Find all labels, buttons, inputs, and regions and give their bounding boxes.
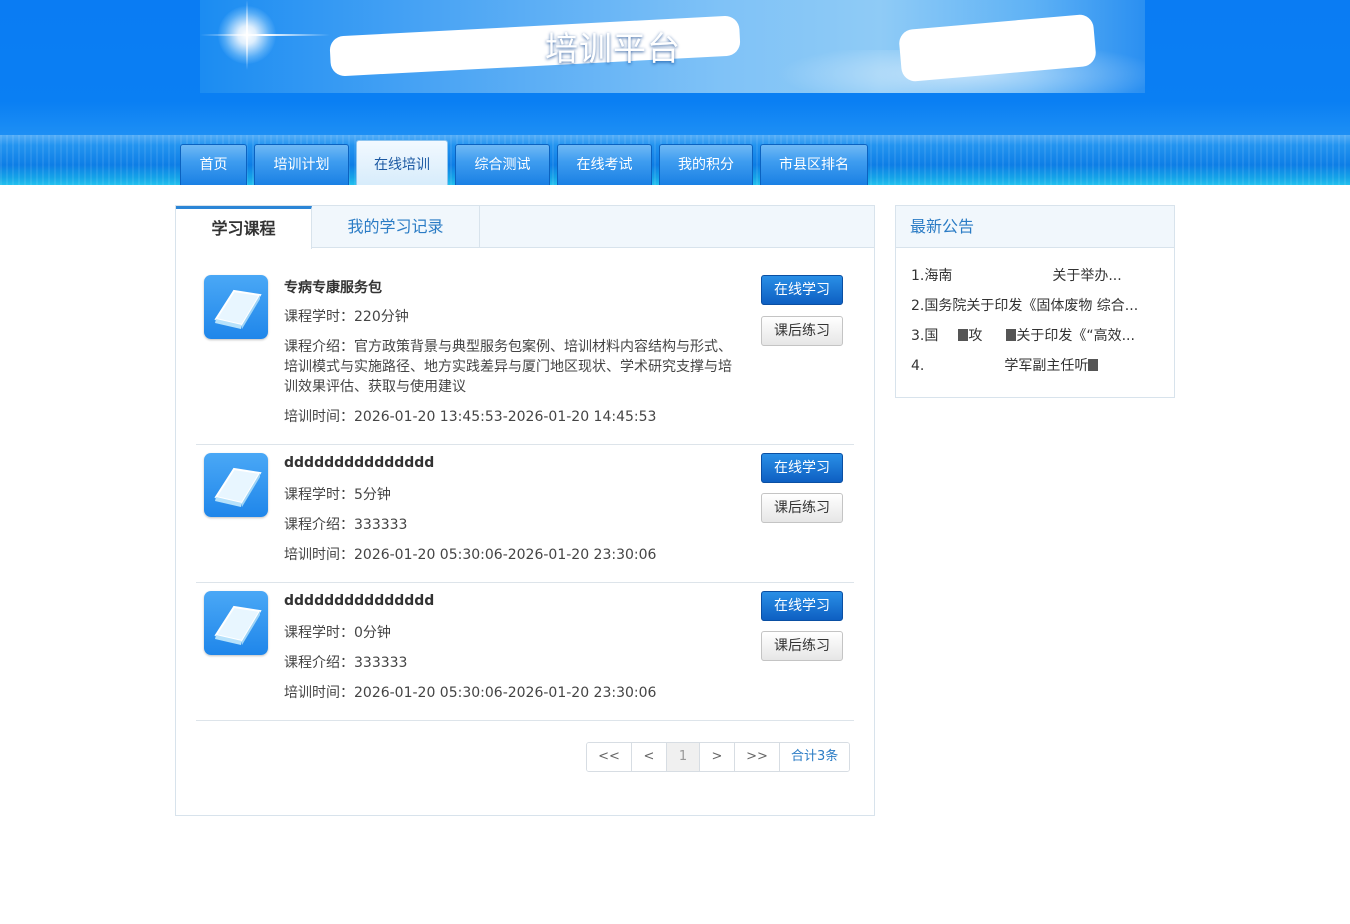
course-tabs: 学习课程 我的学习记录 <box>176 206 874 249</box>
notice-text: 2.国务院关于印发《固体废物 综合... <box>911 298 1139 314</box>
pager-total-count: 合计3条 <box>780 743 850 771</box>
nav-district-ranking[interactable]: 市县区排名 <box>760 144 868 185</box>
course-hours: 课程学时：220分钟 <box>284 309 409 325</box>
pager-first-button[interactable]: << <box>587 743 632 771</box>
notice-panel: 最新公告 1.海南 关于举办... 2.国务院关于印发《固体废物 综合... 3.… <box>895 205 1175 398</box>
after-class-practice-button[interactable]: 课后练习 <box>761 631 843 661</box>
notice-text: 学军副主任听 <box>1004 358 1089 374</box>
course-time: 培训时间：2026-01-20 13:45:53-2026-01-20 14:4… <box>284 409 657 425</box>
book-icon <box>204 275 268 339</box>
nav-online-training[interactable]: 在线培训 <box>356 140 448 185</box>
notice-item[interactable]: 3.国 攻 关于印发《“高效... <box>911 325 1135 345</box>
site-title: 培训平台 <box>545 29 681 68</box>
book-icon <box>204 591 268 655</box>
course-hours: 课程学时：0分钟 <box>284 625 391 641</box>
online-study-button[interactable]: 在线学习 <box>761 275 843 305</box>
online-study-button[interactable]: 在线学习 <box>761 591 843 621</box>
sun-ray-decoration-vertical <box>246 0 248 70</box>
notice-text: 1.海南 <box>911 268 953 284</box>
after-class-practice-button[interactable]: 课后练习 <box>761 493 843 523</box>
redaction-mark <box>1006 329 1017 341</box>
nav-home[interactable]: 首页 <box>180 144 247 185</box>
nav-comprehensive-test[interactable]: 综合测试 <box>455 144 550 185</box>
notice-item[interactable]: 4. 学军副主任听 <box>911 355 1099 375</box>
course-intro: 课程介绍：333333 <box>284 517 408 533</box>
sun-ray-decoration <box>200 34 330 36</box>
tab-study-records[interactable]: 我的学习记录 <box>312 206 480 248</box>
tab-courses[interactable]: 学习课程 <box>176 206 312 249</box>
course-time: 培训时间：2026-01-20 05:30:06-2026-01-20 23:3… <box>284 547 657 563</box>
after-class-practice-button[interactable]: 课后练习 <box>761 316 843 346</box>
pager-current-page[interactable]: 1 <box>667 743 700 771</box>
redaction-mark <box>1088 359 1099 371</box>
nav-online-exam[interactable]: 在线考试 <box>557 144 652 185</box>
course-panel: 学习课程 我的学习记录 专病专康服务包 课程学时：220分钟 课程介绍：官方政策… <box>175 205 875 816</box>
redaction-mark <box>898 13 1097 83</box>
pager-next-button[interactable]: > <box>700 743 735 771</box>
pager-last-button[interactable]: >> <box>735 743 780 771</box>
course-item: 专病专康服务包 课程学时：220分钟 课程介绍：官方政策背景与典型服务包案例、培… <box>196 275 854 445</box>
course-intro: 课程介绍：官方政策背景与典型服务包案例、培训材料内容结构与形式、培训模式与实施路… <box>284 339 732 395</box>
notice-panel-title: 最新公告 <box>896 206 1174 248</box>
notice-text: 关于举办... <box>1052 268 1122 284</box>
notice-text: 关于印发《“高效... <box>1016 328 1135 344</box>
notice-text: 4. <box>911 358 925 374</box>
course-intro: 课程介绍：333333 <box>284 655 408 671</box>
nav-training-plan[interactable]: 培训计划 <box>254 144 349 185</box>
notice-item[interactable]: 1.海南 关于举办... <box>911 265 1122 285</box>
course-item: ddddddddddddddd 课程学时：0分钟 课程介绍：333333 培训时… <box>196 591 854 721</box>
course-title: ddddddddddddddd <box>284 455 435 471</box>
redaction-mark <box>958 329 969 341</box>
course-hours: 课程学时：5分钟 <box>284 487 391 503</box>
pagination: << < 1 > >> 合计3条 <box>586 742 851 772</box>
online-study-button[interactable]: 在线学习 <box>761 453 843 483</box>
course-title: ddddddddddddddd <box>284 593 435 609</box>
notice-item[interactable]: 2.国务院关于印发《固体废物 综合... <box>911 295 1138 315</box>
nav-my-points[interactable]: 我的积分 <box>659 144 753 185</box>
site-header: 培训平台 首页 培训计划 在线培训 综合测试 在线考试 我的积分 市县区排名 <box>0 0 1350 185</box>
book-icon <box>204 453 268 517</box>
pager-prev-button[interactable]: < <box>632 743 667 771</box>
notice-text: 攻 <box>968 328 983 344</box>
course-item: ddddddddddddddd 课程学时：5分钟 课程介绍：333333 培训时… <box>196 453 854 583</box>
course-title: 专病专康服务包 <box>284 280 382 296</box>
course-time: 培训时间：2026-01-20 05:30:06-2026-01-20 23:3… <box>284 685 657 701</box>
notice-text: 3.国 <box>911 328 939 344</box>
main-nav: 首页 培训计划 在线培训 综合测试 在线考试 我的积分 市县区排名 <box>180 140 875 185</box>
